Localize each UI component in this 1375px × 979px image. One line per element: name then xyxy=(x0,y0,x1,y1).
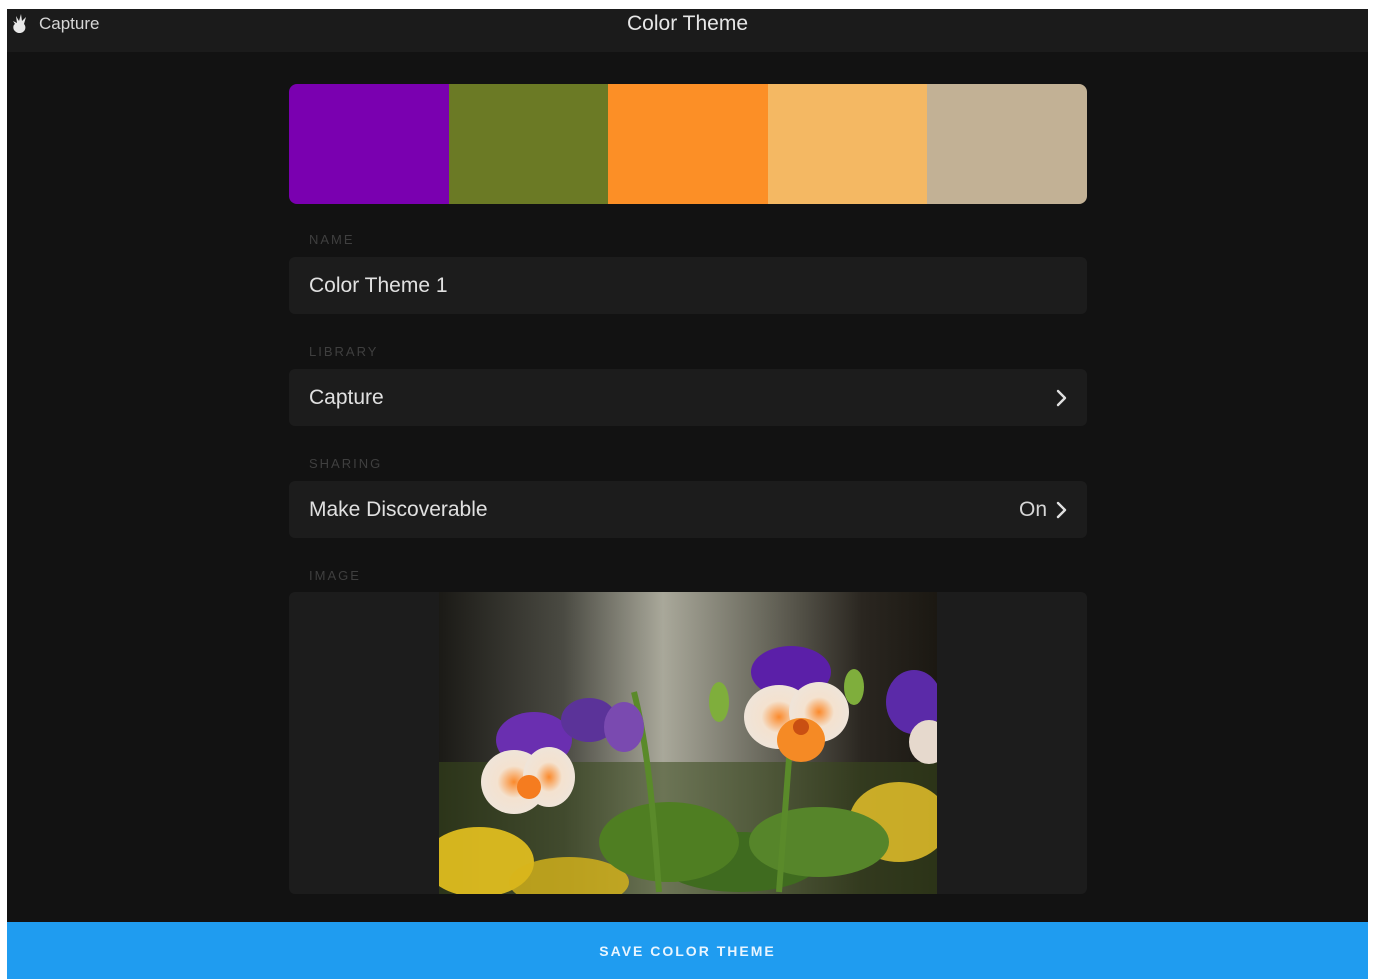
image-container xyxy=(289,592,1087,894)
source-photo xyxy=(439,592,937,894)
page-title: Color Theme xyxy=(627,12,748,35)
library-row[interactable]: Capture xyxy=(289,369,1087,426)
color-swatch-2[interactable] xyxy=(448,84,609,204)
app-window: Capture Color Theme NAME Color Theme 1 L… xyxy=(7,9,1368,979)
save-label: SAVE COLOR THEME xyxy=(599,942,776,959)
top-bar: Capture Color Theme xyxy=(7,9,1368,52)
image-section-label: IMAGE xyxy=(309,568,361,583)
sharing-value: Make Discoverable xyxy=(309,497,488,521)
name-field[interactable]: Color Theme 1 xyxy=(289,257,1087,314)
sharing-status: On xyxy=(1018,497,1047,521)
library-section-label: LIBRARY xyxy=(309,344,379,359)
sharing-section-label: SHARING xyxy=(309,456,383,471)
library-value: Capture xyxy=(309,385,384,409)
color-swatch-4[interactable] xyxy=(767,84,928,204)
color-swatch-3[interactable] xyxy=(608,84,768,204)
chevron-right-icon xyxy=(1055,389,1067,407)
color-swatch-1[interactable] xyxy=(289,84,449,204)
sharing-row[interactable]: Make Discoverable On xyxy=(289,481,1087,538)
save-color-theme-button[interactable]: SAVE COLOR THEME xyxy=(7,922,1368,979)
name-section-label: NAME xyxy=(309,232,355,247)
color-palette xyxy=(289,84,1087,204)
color-swatch-5[interactable] xyxy=(927,84,1087,204)
chevron-right-icon xyxy=(1055,501,1067,519)
name-value: Color Theme 1 xyxy=(309,273,448,297)
